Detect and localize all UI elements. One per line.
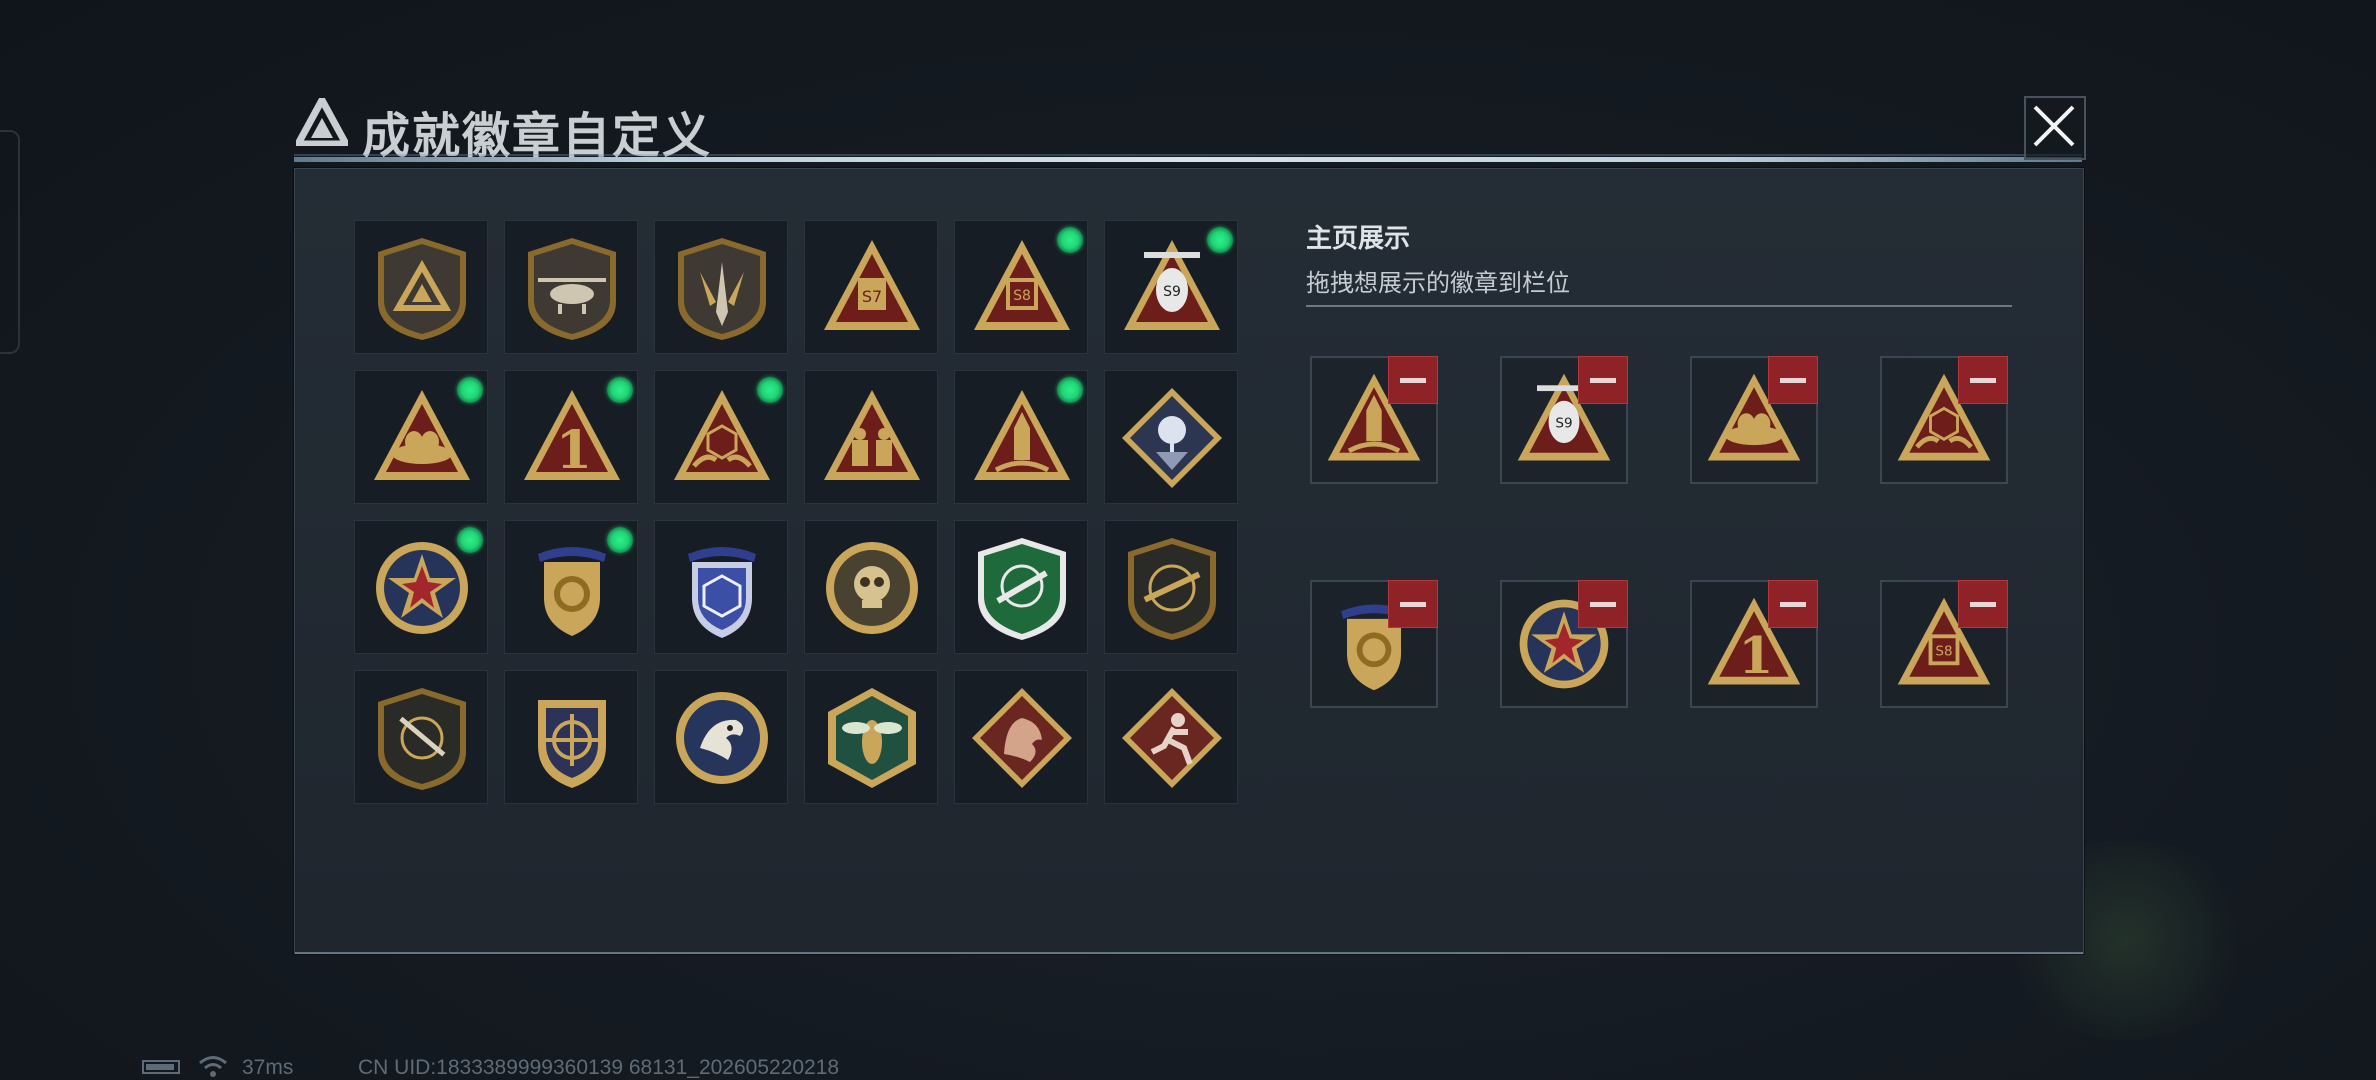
header-divider xyxy=(294,154,2082,162)
close-button[interactable] xyxy=(2024,96,2086,160)
badge-cell[interactable] xyxy=(504,670,638,804)
svg-text:S9: S9 xyxy=(1163,284,1181,300)
showcase-title: 主页展示 xyxy=(1306,223,1411,253)
badge-cell[interactable] xyxy=(654,670,788,804)
dark-rifle-shield-badge-icon xyxy=(1128,538,1216,640)
badge-cell[interactable] xyxy=(354,370,488,504)
equipped-indicator-dot xyxy=(1207,227,1233,253)
badge-cell[interactable] xyxy=(354,220,488,354)
badge-cell[interactable] xyxy=(504,220,638,354)
user-uid: CN UID:1833389999360139 68131_2026052202… xyxy=(358,1056,840,1079)
close-icon xyxy=(2033,105,2075,147)
showcase-slot[interactable]: S9 xyxy=(1500,356,1628,484)
badge-cell[interactable] xyxy=(504,520,638,654)
battery-icon xyxy=(142,1060,180,1074)
showcase-header: 主页展示 拖拽想展示的徽章到栏位 xyxy=(1306,218,2012,298)
delta-triangle-logo-icon xyxy=(296,98,348,146)
showcase-slot[interactable] xyxy=(1880,356,2008,484)
equipped-indicator-dot xyxy=(457,527,483,553)
badge-cell[interactable] xyxy=(654,220,788,354)
badge-cell[interactable] xyxy=(654,370,788,504)
network-ping: 37ms xyxy=(242,1056,294,1079)
equipped-indicator-dot xyxy=(1057,227,1083,253)
badge-cell[interactable] xyxy=(954,520,1088,654)
badge-cell[interactable] xyxy=(354,520,488,654)
badge-cell[interactable] xyxy=(1104,520,1238,654)
svg-text:S8: S8 xyxy=(1013,288,1031,304)
equipped-indicator-dot xyxy=(607,527,633,553)
remove-badge-button[interactable] xyxy=(1388,356,1438,404)
green-rifle-shield-badge-icon xyxy=(978,538,1066,640)
showcase-slot[interactable]: S8 xyxy=(1880,580,2008,708)
triangle-shield-badge-icon xyxy=(378,238,466,340)
badge-cell[interactable] xyxy=(1104,670,1238,804)
helicopter-shield-badge-icon xyxy=(528,238,616,340)
showcase-slot[interactable]: 1 xyxy=(1690,580,1818,708)
dialog-header: 成就徽章自定义 xyxy=(290,92,2086,168)
svg-text:S7: S7 xyxy=(862,287,882,306)
blue-d20-crest-badge-icon xyxy=(688,547,756,638)
showcase-slot[interactable] xyxy=(1310,356,1438,484)
wasp-hexagon-badge-icon xyxy=(828,688,916,788)
svg-text:1: 1 xyxy=(1738,626,1773,685)
eagle-round-badge-icon xyxy=(676,692,768,784)
badge-cell[interactable] xyxy=(954,670,1088,804)
svg-text:S9: S9 xyxy=(1555,416,1572,432)
remove-badge-button[interactable] xyxy=(1388,580,1438,628)
remove-badge-button[interactable] xyxy=(1958,356,2008,404)
remove-badge-button[interactable] xyxy=(1768,580,1818,628)
s7-triangle-badge-icon: S7 xyxy=(824,240,920,330)
panel-bottom-border xyxy=(295,952,2083,954)
badge-cell[interactable] xyxy=(804,520,938,654)
remove-badge-button[interactable] xyxy=(1958,580,2008,628)
badge-cell[interactable] xyxy=(804,370,938,504)
rose-diamond-badge-icon xyxy=(1122,388,1222,488)
soldiers-triangle-badge-icon xyxy=(824,390,920,480)
svg-text:1: 1 xyxy=(556,420,592,481)
showcase-slot[interactable] xyxy=(1310,580,1438,708)
crosshair-gold-shield-badge-icon xyxy=(538,700,606,788)
badge-cell[interactable]: S7 xyxy=(804,220,938,354)
side-drawer-handle[interactable] xyxy=(0,130,20,354)
showcase-slot[interactable] xyxy=(1500,580,1628,708)
equipped-indicator-dot xyxy=(757,377,783,403)
showcase-divider xyxy=(1306,305,2012,307)
badge-inventory-grid: S7 S8 S9 1 xyxy=(354,220,1240,804)
badge-cell[interactable] xyxy=(954,370,1088,504)
equipped-indicator-dot xyxy=(607,377,633,403)
showcase-subtitle: 拖拽想展示的徽章到栏位 xyxy=(1306,270,1570,297)
remove-badge-button[interactable] xyxy=(1578,356,1628,404)
badge-cell[interactable] xyxy=(804,670,938,804)
badge-cell[interactable]: S8 xyxy=(954,220,1088,354)
dagger-shield-badge-icon xyxy=(678,238,766,340)
badge-cell[interactable] xyxy=(354,670,488,804)
equipped-indicator-dot xyxy=(1057,377,1083,403)
remove-badge-button[interactable] xyxy=(1768,356,1818,404)
equipped-indicator-dot xyxy=(457,377,483,403)
skull-round-badge-icon xyxy=(826,542,918,634)
runner-diamond-badge-icon xyxy=(1122,688,1222,788)
dragon-diamond-badge-icon xyxy=(972,688,1072,788)
wifi-icon xyxy=(199,1056,227,1077)
showcase-slot[interactable] xyxy=(1690,356,1818,484)
badge-cell[interactable] xyxy=(1104,370,1238,504)
sniper-shield-badge-icon xyxy=(378,688,466,790)
badge-cell[interactable] xyxy=(654,520,788,654)
badge-cell[interactable]: 1 xyxy=(504,370,638,504)
svg-text:S8: S8 xyxy=(1935,644,1952,660)
remove-badge-button[interactable] xyxy=(1578,580,1628,628)
badge-cell[interactable]: S9 xyxy=(1104,220,1238,354)
